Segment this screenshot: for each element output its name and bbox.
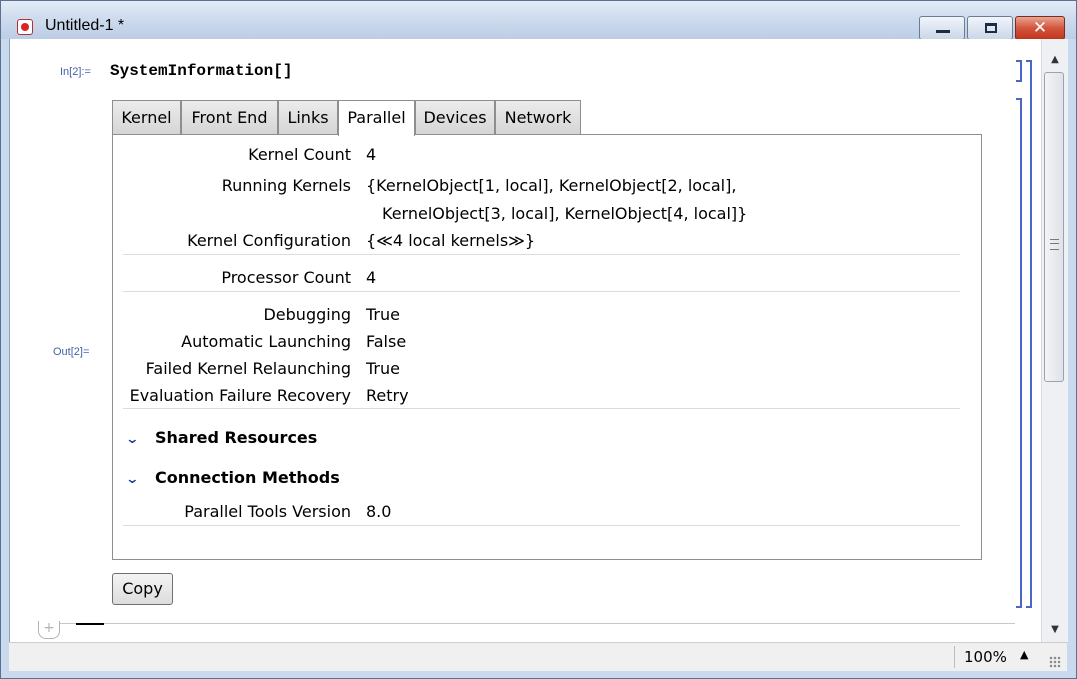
- tab-kernel[interactable]: Kernel: [112, 100, 181, 134]
- output-cell-label: Out[2]=: [53, 346, 90, 358]
- evaluation-failure-recovery-value: Retry: [366, 386, 409, 405]
- divider: [123, 408, 960, 409]
- divider: [123, 291, 960, 292]
- chevron-down-icon: ⌄: [125, 472, 140, 487]
- evaluation-failure-recovery-label: Evaluation Failure Recovery: [129, 386, 351, 405]
- shared-resources-section[interactable]: ⌄ Shared Resources: [125, 428, 318, 447]
- parallel-tools-version-value: 8.0: [366, 502, 392, 521]
- failed-kernel-relaunching-value: True: [366, 359, 400, 378]
- automatic-launching-label: Automatic Launching: [181, 332, 351, 351]
- resize-grip-icon[interactable]: [1049, 656, 1061, 668]
- cell-group-bracket[interactable]: [1026, 60, 1032, 608]
- scroll-down-arrow-icon[interactable]: ▼: [1042, 621, 1068, 638]
- chevron-down-icon: ⌄: [125, 432, 140, 447]
- parallel-tools-version-label: Parallel Tools Version: [184, 502, 351, 521]
- window-title: Untitled-1 *: [45, 17, 125, 34]
- scroll-up-arrow-icon[interactable]: ▲: [1042, 51, 1068, 68]
- grip-icon: [1050, 239, 1059, 250]
- zoom-level[interactable]: 100%: [964, 648, 1007, 666]
- debugging-value: True: [366, 305, 400, 324]
- running-kernels-label: Running Kernels: [221, 176, 351, 195]
- tab-parallel[interactable]: Parallel: [338, 100, 415, 136]
- copy-button[interactable]: Copy: [112, 573, 173, 605]
- processor-count-value: 4: [366, 268, 377, 287]
- automatic-launching-value: False: [366, 332, 407, 351]
- divider: [123, 254, 960, 255]
- minimize-icon: [936, 30, 950, 33]
- connection-methods-section[interactable]: ⌄ Connection Methods: [125, 468, 340, 487]
- output-cell-bracket[interactable]: [1016, 98, 1022, 608]
- cell-insert-plus-icon[interactable]: +: [38, 621, 60, 639]
- tab-front-end[interactable]: Front End: [181, 100, 278, 134]
- cell-insertion-point[interactable]: [76, 623, 104, 625]
- running-kernels-value-line2: KernelObject[3, local], KernelObject[4, …: [382, 204, 748, 223]
- close-icon: ✕: [1032, 18, 1048, 38]
- vertical-scrollbar[interactable]: ▲ ▼: [1041, 39, 1068, 642]
- maximize-button[interactable]: [967, 16, 1013, 40]
- kernel-configuration-label: Kernel Configuration: [187, 231, 351, 250]
- processor-count-label: Processor Count: [221, 268, 351, 287]
- connection-methods-heading: Connection Methods: [155, 468, 340, 487]
- title-bar[interactable]: Untitled-1 * ✕: [1, 1, 1076, 40]
- kernel-count-value: 4: [366, 145, 377, 164]
- tab-links[interactable]: Links: [278, 100, 338, 134]
- shared-resources-heading: Shared Resources: [155, 428, 318, 447]
- running-kernels-value-line1: {KernelObject[1, local], KernelObject[2,…: [366, 176, 737, 195]
- close-button[interactable]: ✕: [1015, 16, 1065, 40]
- parallel-tab-panel: Kernel Count 4 Running Kernels {KernelOb…: [112, 134, 982, 560]
- kernel-configuration-value[interactable]: {≪4 local kernels≫}: [366, 231, 535, 250]
- scrollbar-thumb[interactable]: [1044, 72, 1064, 382]
- debugging-label: Debugging: [263, 305, 351, 324]
- input-cell-bracket[interactable]: [1016, 60, 1022, 82]
- tab-network[interactable]: Network: [495, 100, 581, 134]
- maximize-icon: [985, 23, 997, 33]
- kernel-count-label: Kernel Count: [248, 145, 351, 164]
- minimize-button[interactable]: [919, 16, 965, 40]
- status-bar: 100% ▲: [9, 642, 1067, 671]
- divider: [123, 525, 960, 526]
- input-cell-code[interactable]: SystemInformation[]: [110, 62, 292, 80]
- failed-kernel-relaunching-label: Failed Kernel Relaunching: [145, 359, 351, 378]
- tab-devices[interactable]: Devices: [415, 100, 495, 134]
- mathematica-app-icon[interactable]: [17, 19, 33, 35]
- cell-insertion-rule: [60, 623, 1015, 624]
- input-cell-label: In[2]:=: [60, 66, 91, 78]
- zoom-menu-arrow-icon[interactable]: ▲: [1020, 648, 1028, 661]
- status-divider: [954, 646, 955, 668]
